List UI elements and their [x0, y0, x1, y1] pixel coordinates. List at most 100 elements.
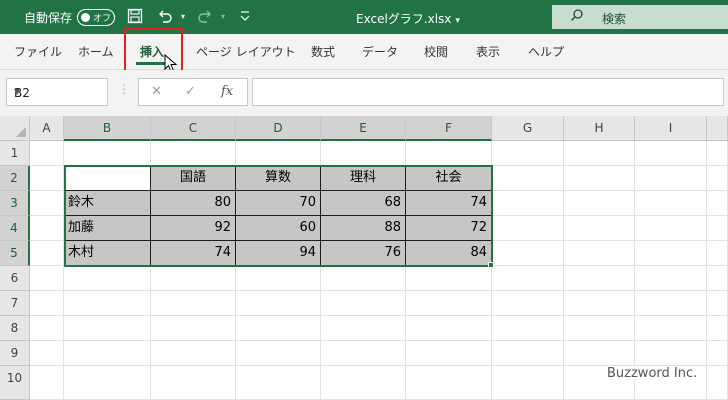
- tab-file[interactable]: ファイル: [14, 43, 62, 60]
- grid-cell[interactable]: [406, 366, 492, 400]
- grid-cell[interactable]: [707, 191, 728, 216]
- tab-review[interactable]: 校閲: [424, 43, 448, 60]
- grid-cell[interactable]: [707, 216, 728, 241]
- grid-cell[interactable]: [64, 366, 151, 400]
- grid-cell[interactable]: [492, 291, 564, 316]
- grid-cell[interactable]: [635, 241, 707, 266]
- grid-cell[interactable]: [707, 366, 728, 400]
- chevron-down-icon[interactable]: ▼: [14, 87, 101, 96]
- table-row-label[interactable]: 木村: [64, 241, 151, 266]
- grid-cell[interactable]: [635, 291, 707, 316]
- grid-cell[interactable]: [30, 291, 64, 316]
- column-header-g[interactable]: G: [492, 116, 564, 141]
- table-value-cell[interactable]: 84: [406, 241, 492, 266]
- grid-cell[interactable]: [151, 341, 236, 366]
- table-row-label[interactable]: 加藤: [64, 216, 151, 241]
- table-header-cell[interactable]: 算数: [236, 166, 321, 191]
- grid-cell[interactable]: [707, 291, 728, 316]
- insert-function-icon[interactable]: fx: [221, 84, 233, 99]
- grid-cell[interactable]: [151, 291, 236, 316]
- column-header-d[interactable]: D: [236, 116, 321, 141]
- tab-home[interactable]: ホーム: [78, 43, 114, 60]
- row-header-8[interactable]: 8: [0, 316, 30, 341]
- grid-cell[interactable]: [30, 216, 64, 241]
- table-header-cell[interactable]: 理科: [321, 166, 406, 191]
- undo-dropdown-icon[interactable]: ▾: [174, 8, 192, 26]
- select-all-button[interactable]: [0, 116, 30, 141]
- grid-cell[interactable]: [236, 266, 321, 291]
- grid-cell[interactable]: [406, 291, 492, 316]
- grid-cell[interactable]: [564, 166, 635, 191]
- grid-cell[interactable]: [151, 366, 236, 400]
- grid-cell[interactable]: [635, 316, 707, 341]
- grid-cell[interactable]: [707, 316, 728, 341]
- row-header-1[interactable]: 1: [0, 141, 30, 166]
- grid-cell[interactable]: [406, 341, 492, 366]
- grid-cell[interactable]: [707, 241, 728, 266]
- tab-page-layout[interactable]: ページ レイアウト: [196, 43, 296, 60]
- formula-input[interactable]: [252, 78, 724, 106]
- grid-cell[interactable]: [492, 241, 564, 266]
- grid-cell[interactable]: [30, 341, 64, 366]
- table-value-cell[interactable]: 74: [406, 191, 492, 216]
- formula-bar-grip-icon[interactable]: ⋮: [118, 82, 130, 96]
- grid-cell[interactable]: [30, 241, 64, 266]
- grid-cell[interactable]: [64, 266, 151, 291]
- table-value-cell[interactable]: 60: [236, 216, 321, 241]
- column-header-c[interactable]: C: [151, 116, 236, 141]
- save-icon[interactable]: [126, 8, 144, 26]
- table-header-cell[interactable]: 国語: [151, 166, 236, 191]
- grid-cell[interactable]: [30, 141, 64, 166]
- window-title[interactable]: Excelグラフ.xlsx ▾: [356, 10, 460, 27]
- grid-cell[interactable]: [492, 341, 564, 366]
- grid-cell[interactable]: [30, 166, 64, 191]
- tab-formulas[interactable]: 数式: [311, 43, 335, 60]
- grid-cell[interactable]: [564, 341, 635, 366]
- grid-cell[interactable]: [321, 366, 406, 400]
- grid-cell[interactable]: [236, 366, 321, 400]
- grid-cell[interactable]: [64, 291, 151, 316]
- tab-view[interactable]: 表示: [476, 43, 500, 60]
- row-header-5[interactable]: 5: [0, 241, 30, 266]
- grid-cell[interactable]: [64, 141, 151, 166]
- row-header-9[interactable]: 9: [0, 341, 30, 366]
- grid-cell[interactable]: [321, 291, 406, 316]
- grid-cell[interactable]: [707, 341, 728, 366]
- grid-cell[interactable]: [707, 141, 728, 166]
- row-header-10[interactable]: 10: [0, 366, 30, 400]
- fill-handle[interactable]: [488, 262, 494, 268]
- grid-cell[interactable]: [30, 316, 64, 341]
- grid-cell[interactable]: [321, 341, 406, 366]
- grid-cell[interactable]: [151, 141, 236, 166]
- name-box[interactable]: B2 ▼: [6, 78, 108, 106]
- column-header-f[interactable]: F: [406, 116, 492, 141]
- grid-cell[interactable]: [321, 141, 406, 166]
- column-header-e[interactable]: E: [321, 116, 406, 141]
- grid-cell[interactable]: [492, 266, 564, 291]
- table-header-cell[interactable]: 社会: [406, 166, 492, 191]
- grid-cell[interactable]: [635, 191, 707, 216]
- grid-cell[interactable]: [406, 141, 492, 166]
- grid-cell[interactable]: [492, 191, 564, 216]
- grid-cell[interactable]: [30, 266, 64, 291]
- grid-cell[interactable]: [236, 316, 321, 341]
- grid-cell[interactable]: [564, 266, 635, 291]
- tab-help[interactable]: ヘルプ: [528, 43, 564, 60]
- column-header-a[interactable]: A: [30, 116, 64, 141]
- grid-cell[interactable]: [236, 341, 321, 366]
- grid-cell[interactable]: [707, 266, 728, 291]
- grid-cell[interactable]: [635, 341, 707, 366]
- grid-cell[interactable]: [492, 316, 564, 341]
- grid-cell[interactable]: [564, 291, 635, 316]
- grid-cell[interactable]: [151, 316, 236, 341]
- grid-cell[interactable]: [492, 216, 564, 241]
- table-value-cell[interactable]: 68: [321, 191, 406, 216]
- grid-cell[interactable]: [492, 366, 564, 400]
- row-header-4[interactable]: 4: [0, 216, 30, 241]
- grid-cell[interactable]: [564, 241, 635, 266]
- table-value-cell[interactable]: 72: [406, 216, 492, 241]
- grid-cell[interactable]: [321, 266, 406, 291]
- cancel-icon[interactable]: ✕: [151, 84, 162, 99]
- grid-cell[interactable]: [321, 316, 406, 341]
- autosave-toggle[interactable]: オフ: [77, 9, 115, 26]
